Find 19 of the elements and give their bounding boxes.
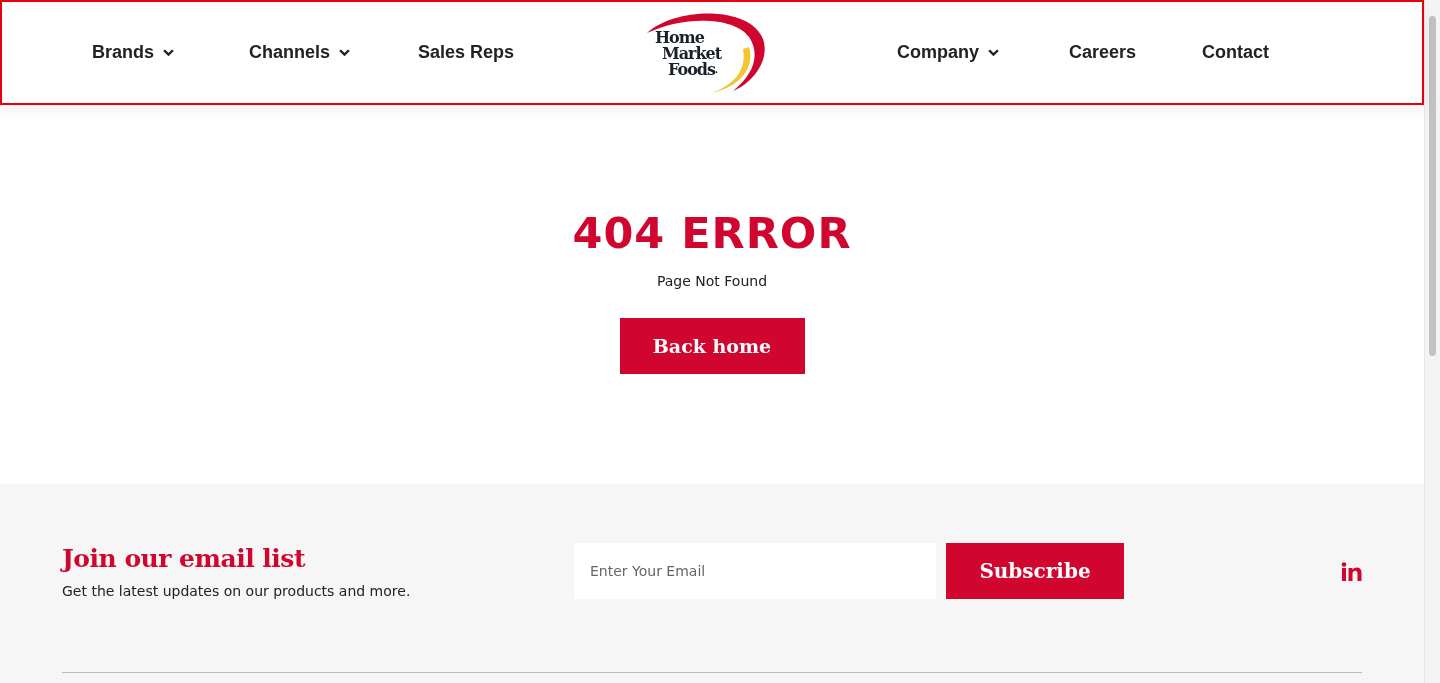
linkedin-icon[interactable] (1341, 561, 1362, 581)
nav-link[interactable]: Contact (1202, 42, 1270, 63)
error-message: Page Not Found (656, 273, 768, 289)
nav-link[interactable]: Channels (249, 42, 351, 63)
nav-link[interactable]: Company (897, 42, 999, 63)
email-field[interactable]: Enter Your Email (574, 543, 936, 599)
scrollbar[interactable] (1424, 0, 1440, 683)
chevron-down-icon (988, 48, 999, 57)
newsletter-heading: Join our email list (62, 543, 307, 573)
error-title: 404 ERROR (572, 207, 852, 260)
back-home-button[interactable]: Back home (619, 318, 805, 374)
scrollbar-thumb[interactable] (1429, 16, 1436, 356)
nav-link[interactable]: Brands (92, 42, 174, 63)
nav-link[interactable]: Sales Reps (418, 42, 515, 63)
chevron-down-icon (339, 48, 351, 57)
nav-link[interactable]: Careers (1069, 42, 1137, 63)
subscribe-button[interactable]: Subscribe (946, 543, 1124, 599)
newsletter-description: Get the latest updates on our products and more. (62, 582, 412, 599)
chevron-down-icon (163, 48, 174, 57)
